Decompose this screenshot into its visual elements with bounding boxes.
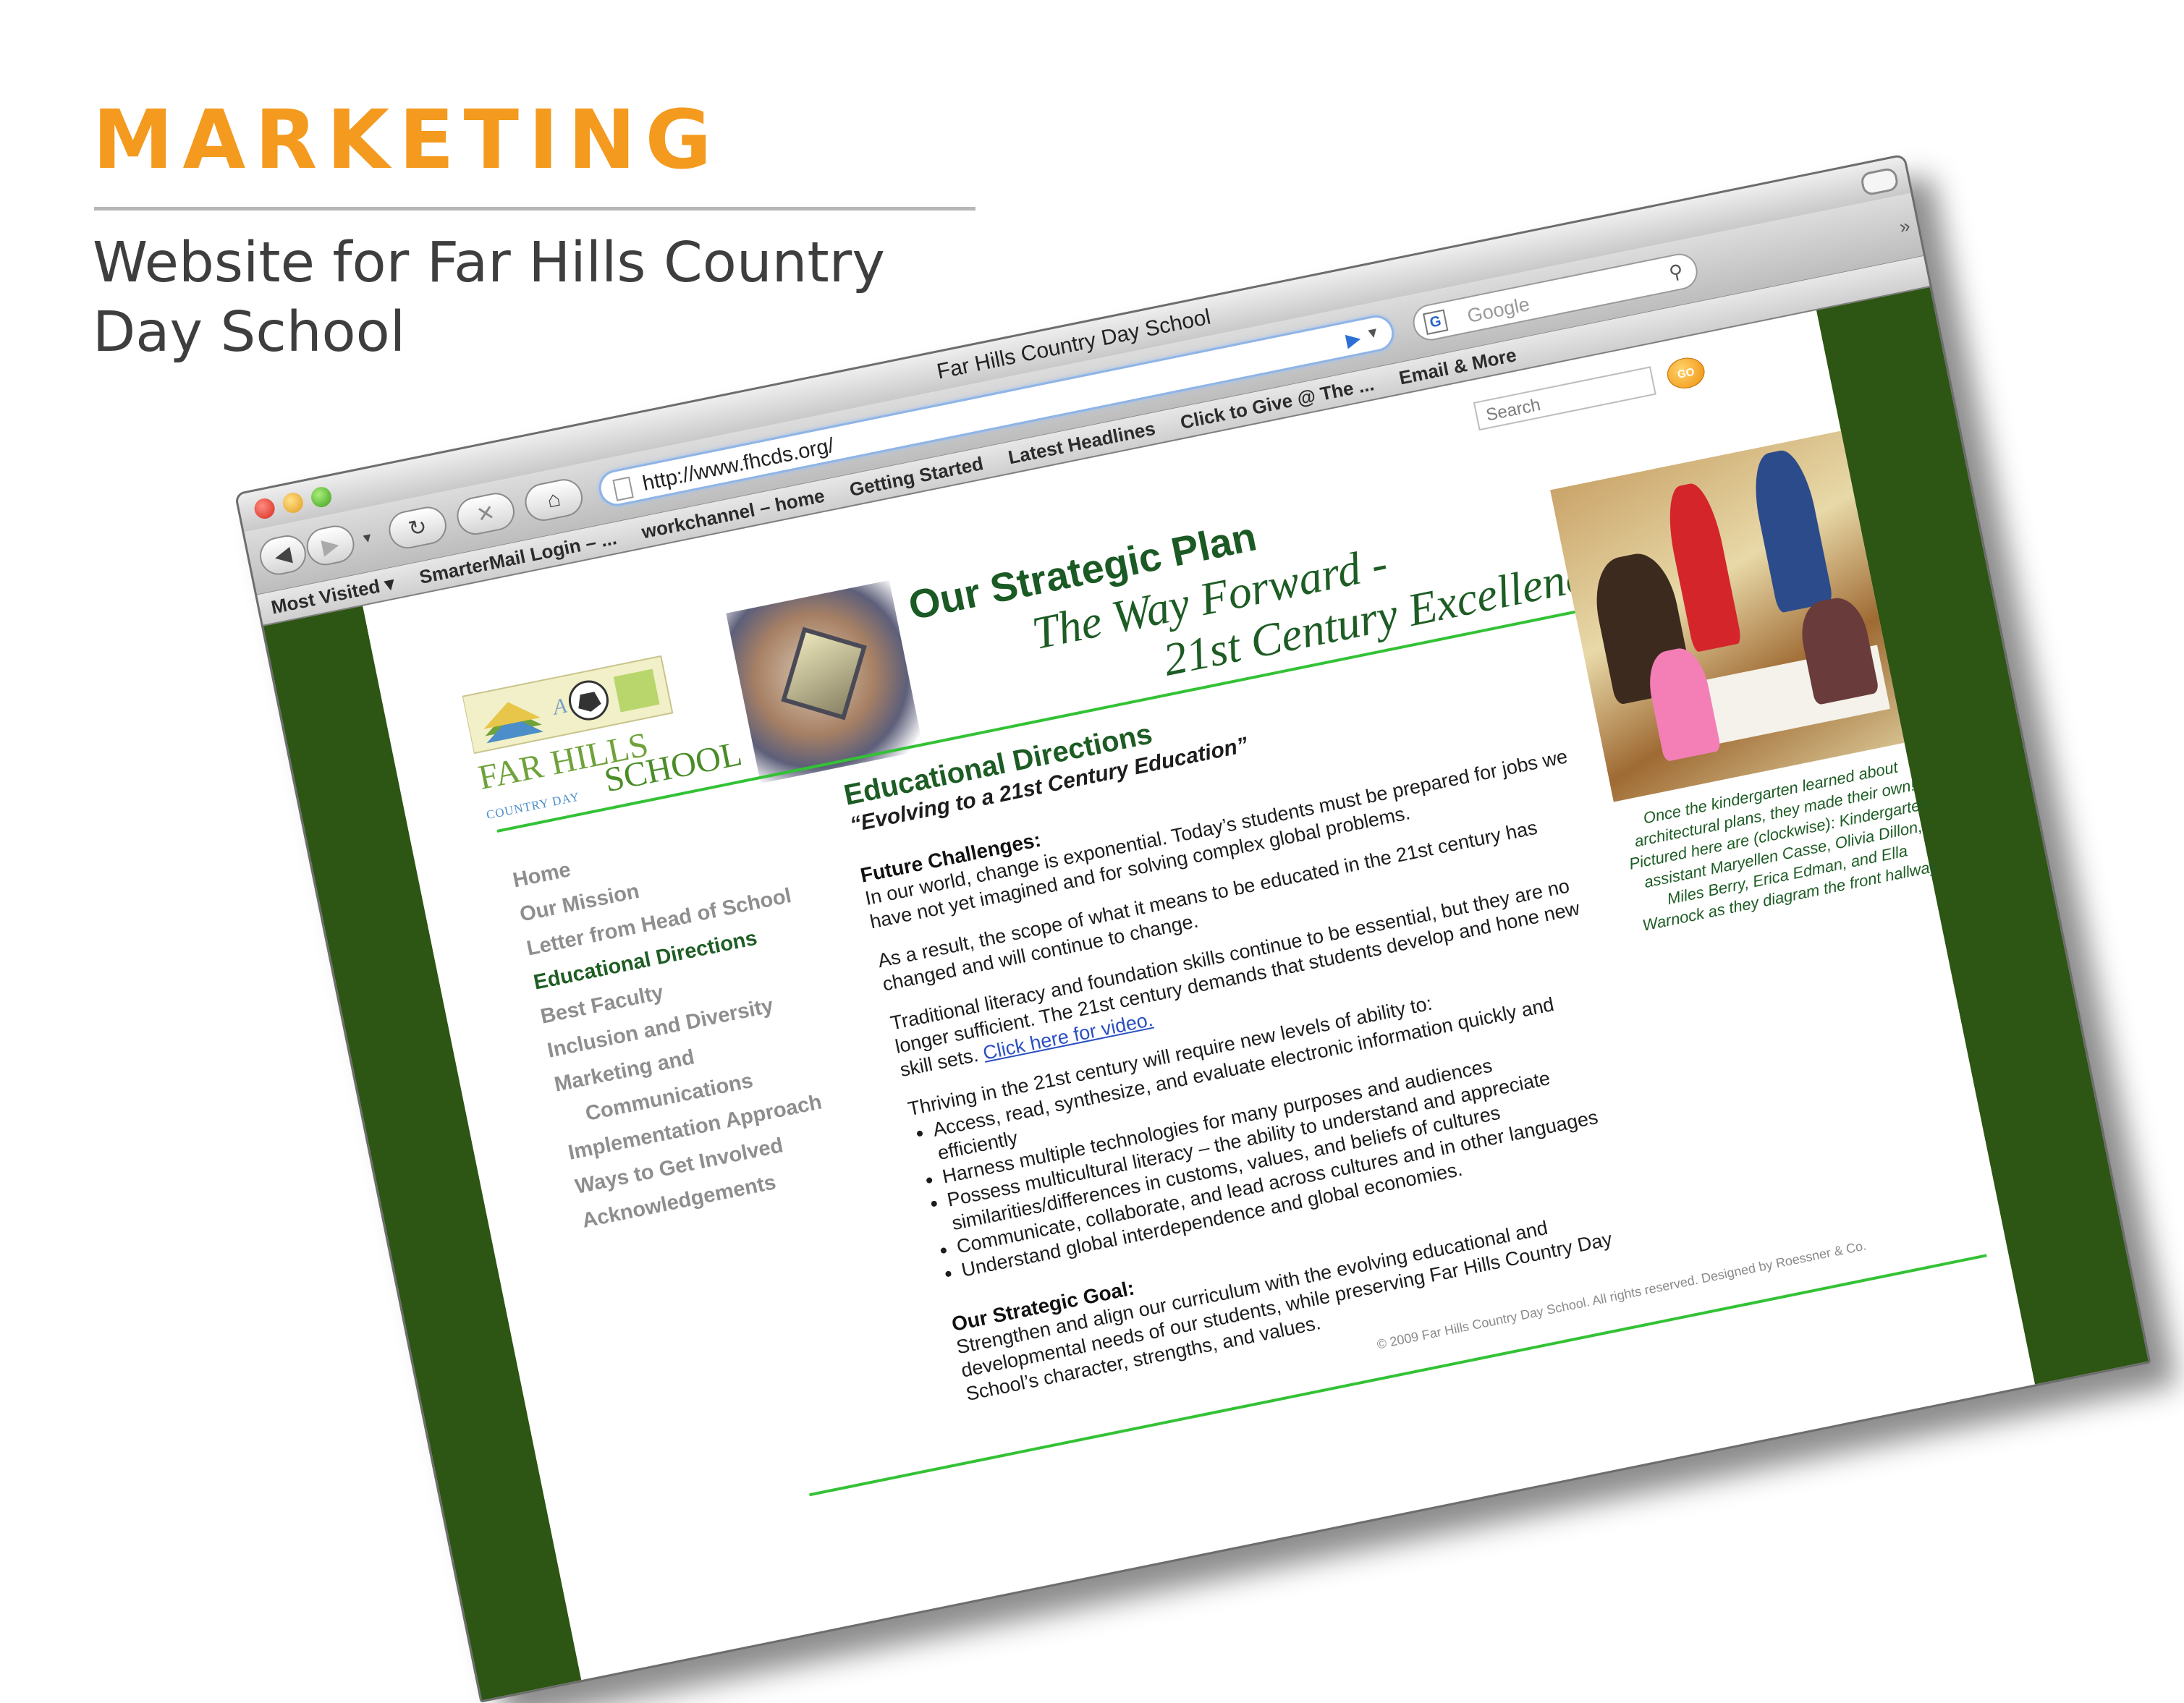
zoom-window-icon[interactable] [309, 485, 334, 509]
search-icon[interactable]: ⚲ [1667, 260, 1685, 284]
close-window-icon[interactable] [253, 496, 277, 521]
browser-window: Far Hills Country Day School ◀ ▶ ▼ ↻ ✕ ⌂… [234, 153, 2151, 1703]
page-icon [612, 476, 634, 501]
site-search-placeholder: Search [1484, 394, 1543, 425]
go-arrow-icon[interactable]: ▶ [1344, 327, 1363, 352]
divider [94, 207, 975, 211]
forward-arrow-icon: ▶ [319, 532, 342, 559]
device-screen-image [781, 627, 867, 721]
site-search-input[interactable]: Search [1473, 366, 1656, 431]
back-arrow-icon: ◀ [272, 541, 294, 569]
home-button[interactable]: ⌂ [521, 475, 586, 525]
search-engine-placeholder[interactable]: Google [1465, 293, 1532, 328]
google-icon[interactable]: G [1423, 309, 1449, 335]
forward-button[interactable]: ▶ [303, 522, 358, 569]
site-search-go-button[interactable]: GO [1664, 354, 1708, 392]
back-button[interactable]: ◀ [256, 532, 310, 579]
child-figure [1746, 446, 1834, 613]
kindergarten-photo [1550, 430, 1905, 802]
url-dropdown-icon[interactable]: ▼ [1364, 324, 1381, 343]
side-navigation: Home Our Mission Letter from Head of Sch… [509, 807, 869, 1239]
reload-button[interactable]: ↻ [385, 503, 450, 552]
history-dropdown-button[interactable]: ▼ [353, 517, 382, 559]
main-content: Educational Directions “Evolving to a 21… [842, 637, 1671, 1406]
portfolio-title: MARKETING [93, 93, 721, 187]
minimize-window-icon[interactable] [281, 490, 305, 515]
hero-image [726, 579, 924, 783]
child-figure [1643, 644, 1722, 763]
home-icon: ⌂ [545, 486, 563, 513]
school-logo[interactable]: A FAR HILLS COUNTRY DAY SCHOOL [461, 643, 745, 859]
reload-icon: ↻ [406, 514, 429, 542]
portfolio-subtitle: Website for Far Hills Country Day School [93, 231, 885, 365]
stop-icon: ✕ [474, 500, 497, 527]
chevron-down-icon: ▼ [359, 529, 376, 546]
overflow-chevron-icon[interactable]: » [1897, 214, 1912, 238]
toolbar-toggle-button[interactable] [1859, 166, 1900, 197]
stop-button[interactable]: ✕ [453, 489, 518, 538]
